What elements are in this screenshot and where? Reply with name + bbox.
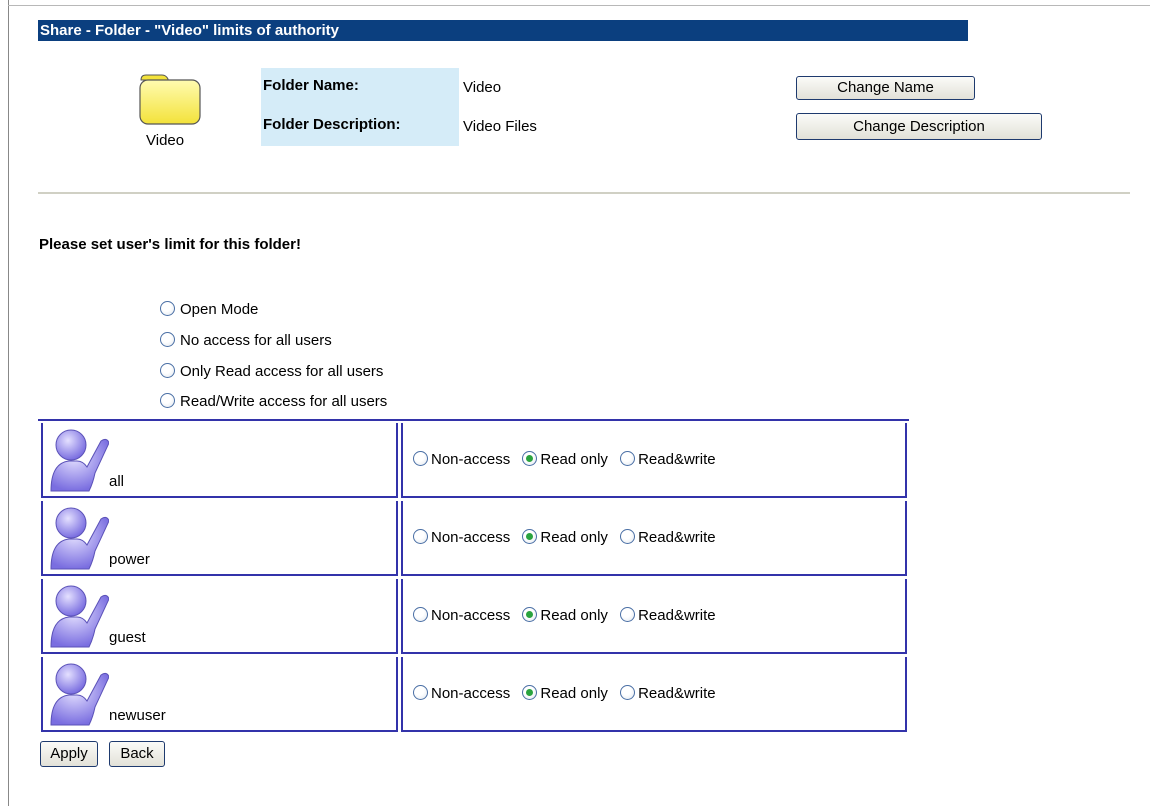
option-label: Non-access xyxy=(431,685,511,702)
table-row-permissions: Non-access Read only Read&write xyxy=(401,657,907,732)
mode-label: Only Read access for all users xyxy=(180,363,384,380)
option-non-access[interactable]: Non-access xyxy=(413,529,510,546)
change-description-button[interactable]: Change Description xyxy=(796,113,1042,140)
radio-icon[interactable] xyxy=(160,363,175,378)
table-row-user: newuser xyxy=(41,657,398,732)
radio-icon[interactable] xyxy=(413,607,428,622)
option-read-write[interactable]: Read&write xyxy=(620,685,716,702)
folder-icon xyxy=(138,72,202,126)
option-label: Non-access xyxy=(431,607,511,624)
table-row-user: guest xyxy=(41,579,398,654)
table-row-permissions: Non-access Read only Read&write xyxy=(401,501,907,576)
change-name-button[interactable]: Change Name xyxy=(796,76,975,100)
separator xyxy=(38,192,1130,194)
option-label: Read only xyxy=(540,451,608,468)
user-name: all xyxy=(109,473,125,490)
radio-icon[interactable] xyxy=(413,451,428,466)
mode-label: Open Mode xyxy=(180,301,259,318)
option-read-only[interactable]: Read only xyxy=(522,607,608,624)
mode-open[interactable]: Open Mode xyxy=(160,301,258,318)
option-label: Read&write xyxy=(638,685,716,702)
radio-icon[interactable] xyxy=(620,607,636,622)
radio-selected-icon[interactable] xyxy=(522,685,538,700)
user-icon xyxy=(47,583,110,649)
radio-icon[interactable] xyxy=(620,685,636,700)
back-button[interactable]: Back xyxy=(109,741,165,767)
radio-icon[interactable] xyxy=(160,393,175,408)
option-read-write[interactable]: Read&write xyxy=(620,607,716,624)
option-non-access[interactable]: Non-access xyxy=(413,607,510,624)
radio-icon[interactable] xyxy=(160,332,175,347)
page-title: Share - Folder - "Video" limits of autho… xyxy=(38,20,968,41)
option-read-only[interactable]: Read only xyxy=(522,529,608,546)
mode-label: No access for all users xyxy=(180,332,332,349)
option-label: Read&write xyxy=(638,529,716,546)
instruction-text: Please set user's limit for this folder! xyxy=(39,236,301,253)
radio-icon[interactable] xyxy=(620,529,636,544)
mode-label: Read/Write access for all users xyxy=(180,393,388,410)
folder-description-label-cell: Folder Description: xyxy=(261,107,459,146)
folder-description-value: Video Files xyxy=(463,118,537,135)
option-non-access[interactable]: Non-access xyxy=(413,451,510,468)
option-label: Read&write xyxy=(638,451,716,468)
mode-read-write[interactable]: Read/Write access for all users xyxy=(160,393,387,410)
mode-read-only[interactable]: Only Read access for all users xyxy=(160,363,383,380)
window-left-border xyxy=(8,0,9,806)
user-icon xyxy=(47,661,110,727)
option-read-only[interactable]: Read only xyxy=(522,451,608,468)
user-name: guest xyxy=(109,629,146,646)
user-name: newuser xyxy=(109,707,166,724)
folder-name-label-cell: Folder Name: xyxy=(261,68,459,107)
option-label: Non-access xyxy=(431,529,511,546)
user-icon xyxy=(47,427,110,493)
option-label: Read&write xyxy=(638,607,716,624)
option-read-write[interactable]: Read&write xyxy=(620,529,716,546)
option-label: Read only xyxy=(540,529,608,546)
apply-button[interactable]: Apply xyxy=(40,741,98,767)
radio-selected-icon[interactable] xyxy=(522,451,538,466)
window-top-border xyxy=(8,5,1150,6)
radio-icon[interactable] xyxy=(413,685,428,700)
option-non-access[interactable]: Non-access xyxy=(413,685,510,702)
radio-icon[interactable] xyxy=(160,301,175,316)
table-row-permissions: Non-access Read only Read&write xyxy=(401,579,907,654)
option-read-write[interactable]: Read&write xyxy=(620,451,716,468)
radio-selected-icon[interactable] xyxy=(522,529,538,544)
option-label: Read only xyxy=(540,607,608,624)
folder-name-value: Video xyxy=(463,79,502,96)
radio-selected-icon[interactable] xyxy=(522,607,538,622)
user-permission-table: all Non-access Read only Read&write powe… xyxy=(38,419,909,736)
mode-no-access[interactable]: No access for all users xyxy=(160,332,332,349)
folder-description-label: Folder Description: xyxy=(263,116,401,133)
user-icon xyxy=(47,505,110,571)
table-row-permissions: Non-access Read only Read&write xyxy=(401,423,907,498)
option-read-only[interactable]: Read only xyxy=(522,685,608,702)
folder-caption: Video xyxy=(146,132,185,149)
table-row-user: all xyxy=(41,423,398,498)
table-row-user: power xyxy=(41,501,398,576)
option-label: Read only xyxy=(540,685,608,702)
radio-icon[interactable] xyxy=(413,529,428,544)
folder-name-label: Folder Name: xyxy=(263,77,359,94)
option-label: Non-access xyxy=(431,451,511,468)
radio-icon[interactable] xyxy=(620,451,636,466)
user-name: power xyxy=(109,551,150,568)
